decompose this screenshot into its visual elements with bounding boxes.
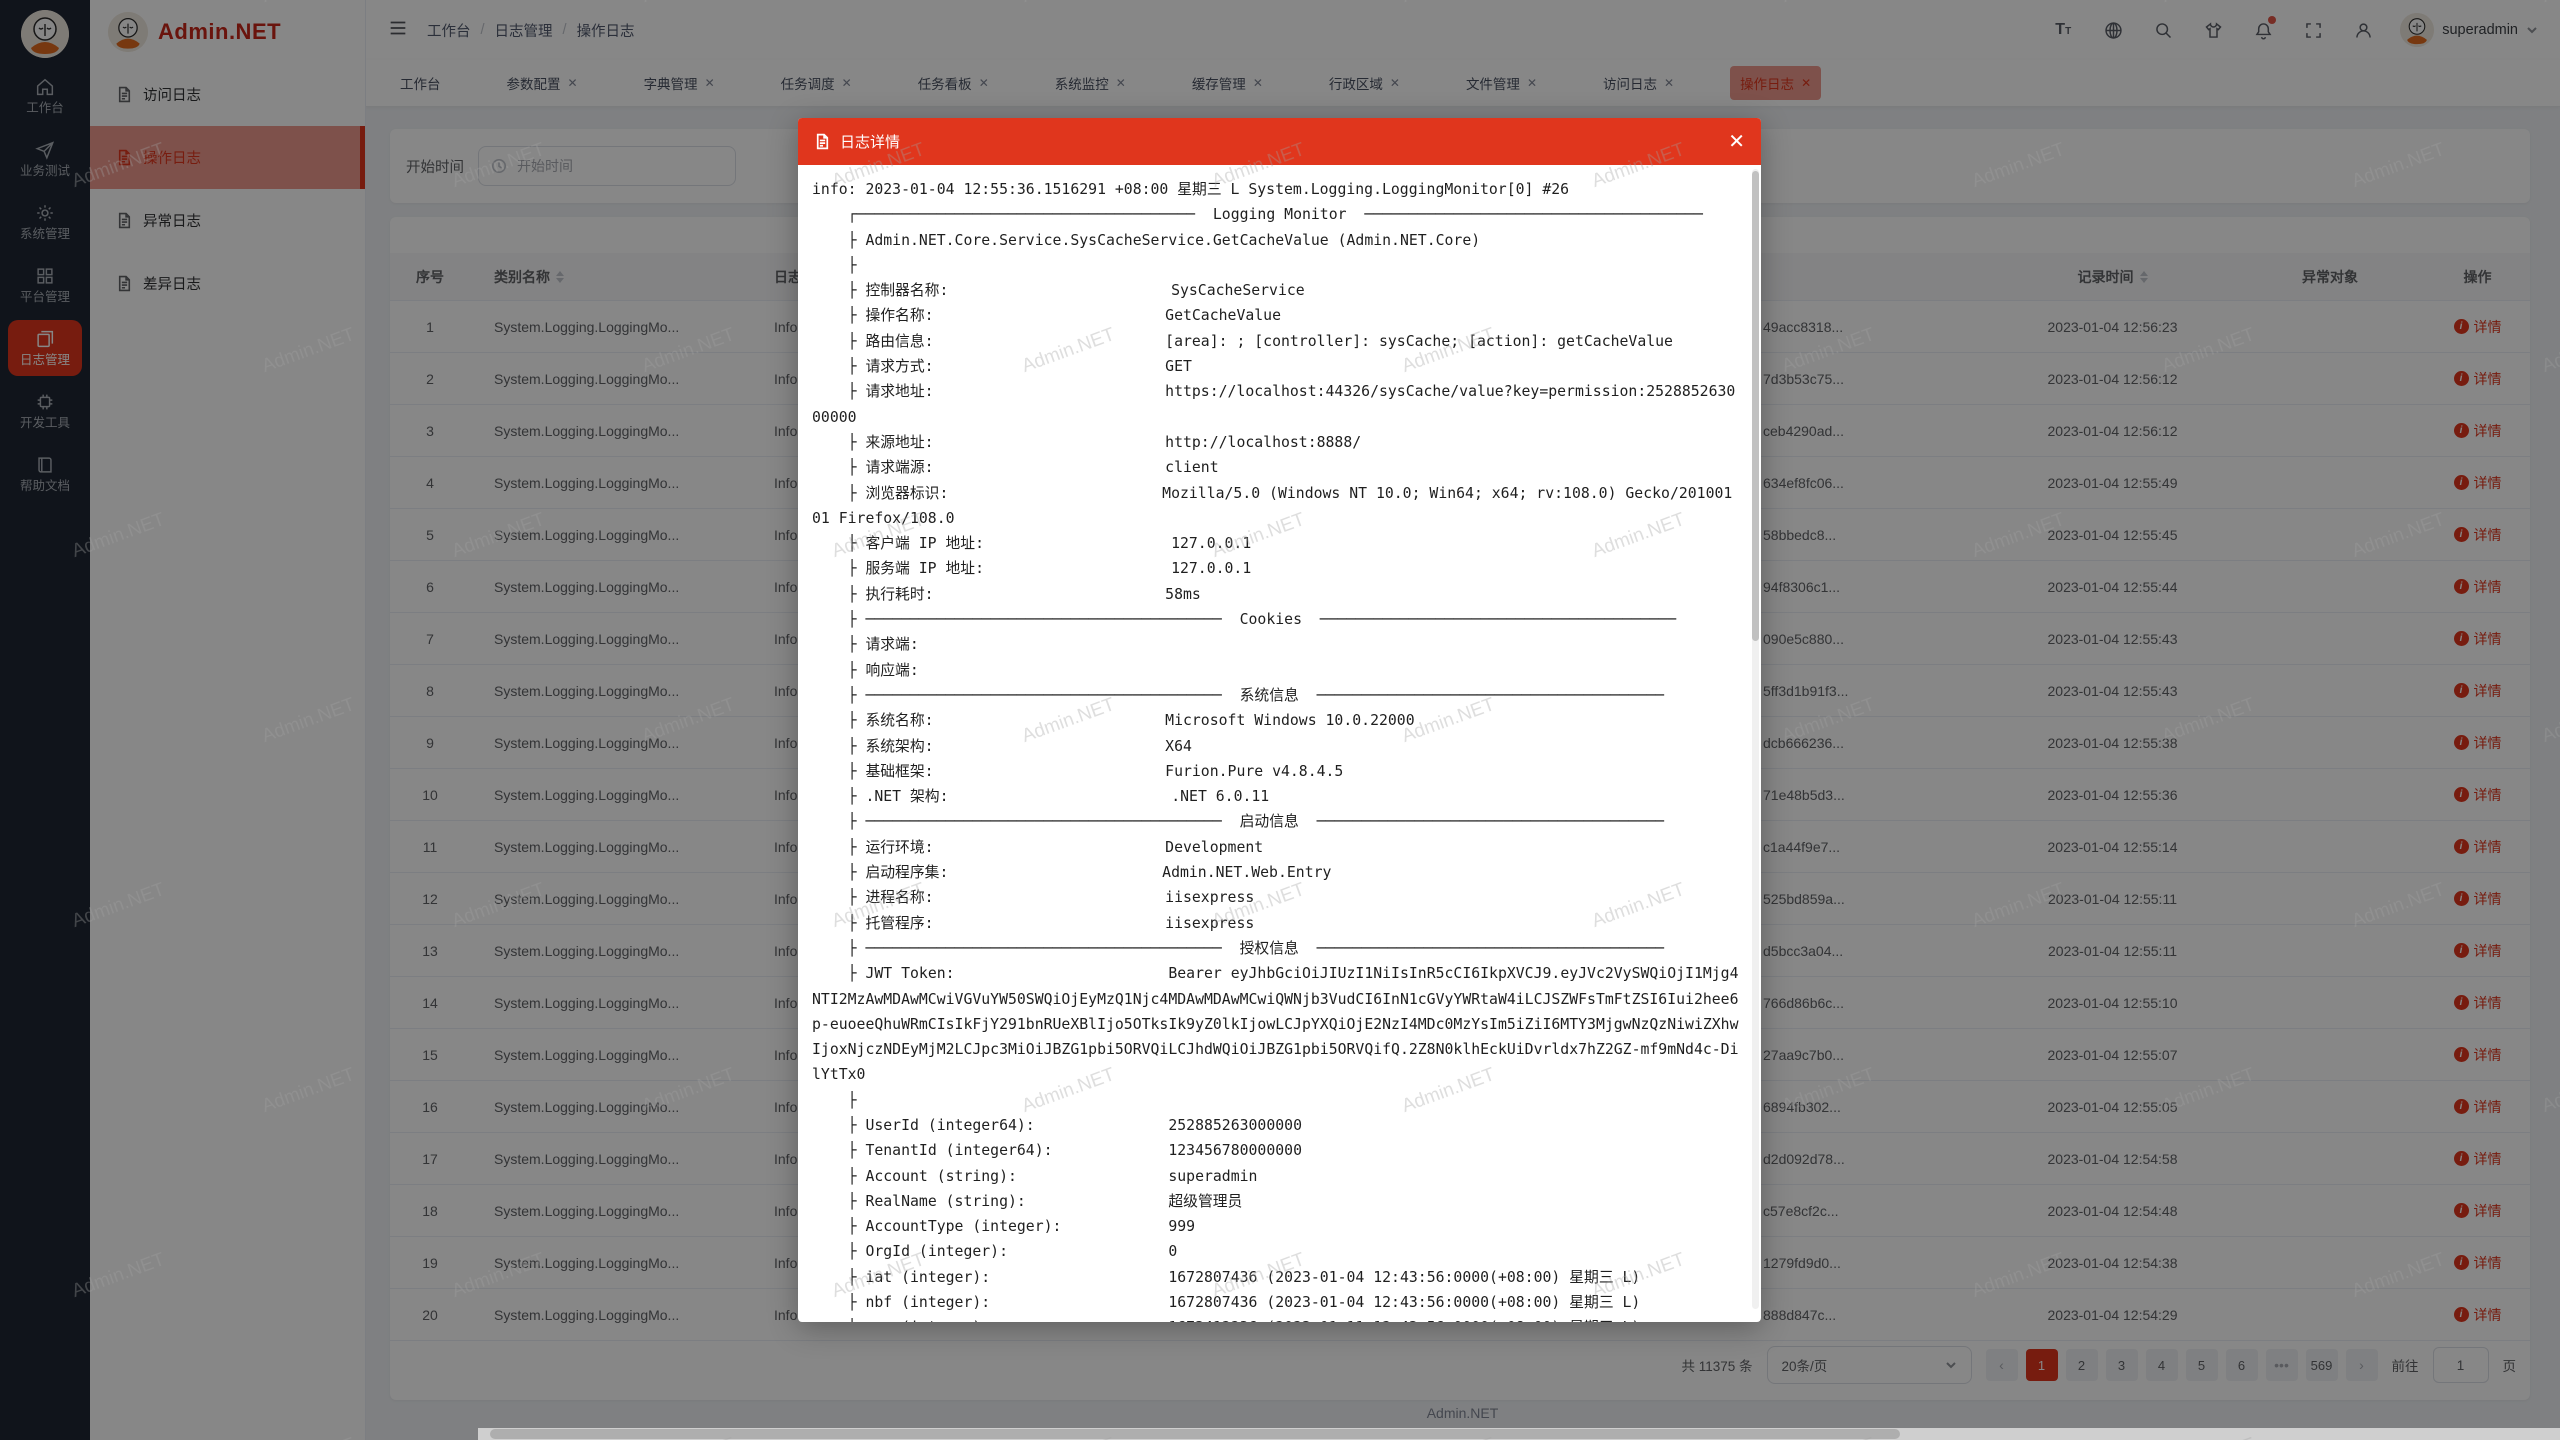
horizontal-scrollbar (478, 1428, 2560, 1440)
dialog-title: 日志详情 (840, 131, 900, 152)
horizontal-scrollbar-thumb[interactable] (490, 1429, 1900, 1439)
dialog-body[interactable]: info: 2023-01-04 12:55:36.1516291 +08:00… (798, 165, 1761, 1322)
close-icon[interactable]: ✕ (1728, 132, 1745, 152)
dialog-scrollbar (1752, 169, 1759, 1309)
log-detail-text: info: 2023-01-04 12:55:36.1516291 +08:00… (812, 177, 1741, 1322)
document-icon (814, 133, 831, 150)
dialog-header: 日志详情 ✕ (798, 118, 1761, 165)
log-detail-dialog: 日志详情 ✕ info: 2023-01-04 12:55:36.1516291… (798, 118, 1761, 1322)
dialog-scrollbar-thumb[interactable] (1752, 171, 1759, 641)
app-root: 工作台业务测试系统管理平台管理日志管理开发工具帮助文档 Admin.NET 访问… (0, 0, 2560, 1440)
